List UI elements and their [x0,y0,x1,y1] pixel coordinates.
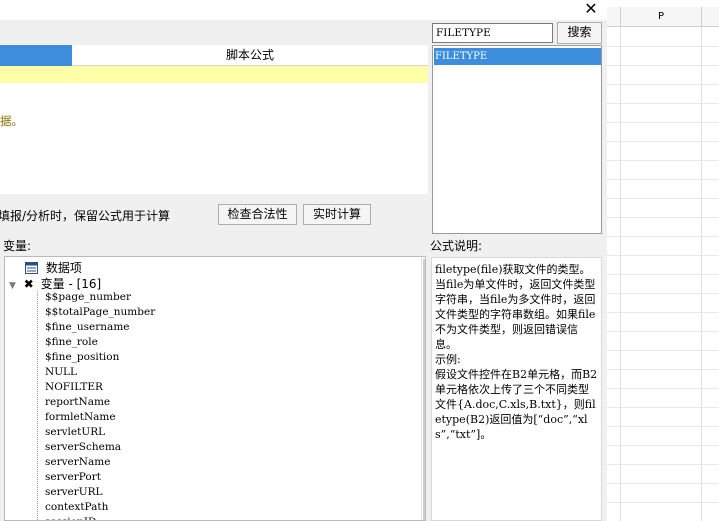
table-icon [25,262,38,274]
variable-list-item[interactable]: sessionID [45,516,96,520]
grid-row-line [607,388,719,389]
variable-list-item[interactable]: $$page_number [45,291,131,306]
variables-tree[interactable]: 数据项 ▼ ✖ 变量 - [16] $$page_number $$totalPa… [4,256,426,521]
grid-row-line [607,312,719,313]
grid-row-line [607,217,719,218]
scrollbar-thumb[interactable] [423,259,425,520]
variable-list-item[interactable]: formletName [45,411,116,426]
grid-row-line [607,293,719,294]
grid-row-line [607,369,719,370]
tree-node-dataset[interactable]: 数据项 [25,259,82,275]
grid-row-line [607,331,719,332]
function-list[interactable]: FILETYPE [432,45,602,234]
tree-node-label: 数据项 [45,261,82,275]
tree-node-variables[interactable]: ▼ ✖ 变量 - [16] [9,275,102,291]
grid-row-line [607,426,719,427]
column-divider [701,7,702,27]
function-list-item-selected[interactable]: FILETYPE [434,48,601,65]
formula-description-text: filetype(file)获取文件的类型。当file为单文件时，返回文件类型字… [435,263,598,441]
variable-list-item[interactable]: serverName [45,456,110,471]
formula-description-box: filetype(file)获取文件的类型。当file为单文件时，返回文件类型字… [431,257,602,521]
column-header-row: P [607,7,719,27]
formula-editor[interactable]: 据。 [0,66,428,194]
tree-guide-line [37,291,38,520]
tab-script-formula[interactable]: 脚本公式 [72,45,428,66]
grid-row-line [607,141,719,142]
formula-description-label: 公式说明: [430,239,483,253]
variable-list-item[interactable]: servletURL [45,426,105,441]
variable-list-item[interactable]: $fine_username [45,321,130,336]
variable-list-item[interactable]: $fine_position [45,351,119,366]
variable-list-item[interactable]: NOFILTER [45,381,103,396]
grid-row-line [607,122,719,123]
variable-list-item[interactable]: serverURL [45,486,103,501]
grid-row-line [607,65,719,66]
tree-node-label: 变量 - [16] [40,277,102,291]
grid-row-line [607,274,719,275]
grid-row-line [607,236,719,237]
editor-text: 据。 [0,114,23,128]
variable-list-item[interactable]: $$totalPage_number [45,306,155,321]
grid-row-line [607,84,719,85]
grid-row-line [607,179,719,180]
grid-row-line [607,464,719,465]
tab-bar: 脚本公式 [0,45,428,66]
variable-list-item[interactable]: NULL [45,366,77,381]
grid-row-line [607,46,719,47]
grid-row-line [607,198,719,199]
grid-row-line [607,350,719,351]
variable-icon: ✖ [23,277,34,291]
search-button[interactable]: 搜索 [557,22,602,44]
chevron-down-icon: ▼ [9,281,16,291]
close-icon[interactable]: ✕ [578,0,604,19]
formula-dialog: ✕ 脚本公式 据。 填报/分析时，保留公式用于计算 检查合法性 实时计算 变量:… [0,0,607,521]
keep-formula-option-label[interactable]: 填报/分析时，保留公式用于计算 [0,207,170,224]
grid-row-line [607,483,719,484]
variable-list-item[interactable]: serverSchema [45,441,121,456]
editor-current-line [0,66,428,83]
check-validity-button[interactable]: 检查合法性 [218,204,297,225]
grid-row-line [607,160,719,161]
variable-list-item[interactable]: $fine_role [45,336,98,351]
grid-row-line [607,103,719,104]
function-search-input[interactable]: FILETYPE [432,23,553,43]
grid-row-line [607,445,719,446]
variable-list-item[interactable]: serverPort [45,471,101,486]
variable-list-item[interactable]: reportName [45,396,110,411]
column-header-p[interactable]: P [621,7,701,27]
variable-list-item[interactable]: contextPath [45,501,108,516]
realtime-calc-button[interactable]: 实时计算 [303,204,371,225]
grid-row-line [607,502,719,503]
spreadsheet-background: P [607,0,719,521]
grid-row-line [607,255,719,256]
tab-selected[interactable] [0,45,72,66]
title-bar: ✕ [0,0,607,20]
grid-row-line [607,407,719,408]
variables-label: 变量: [3,239,32,253]
vertical-scrollbar[interactable] [421,257,425,520]
